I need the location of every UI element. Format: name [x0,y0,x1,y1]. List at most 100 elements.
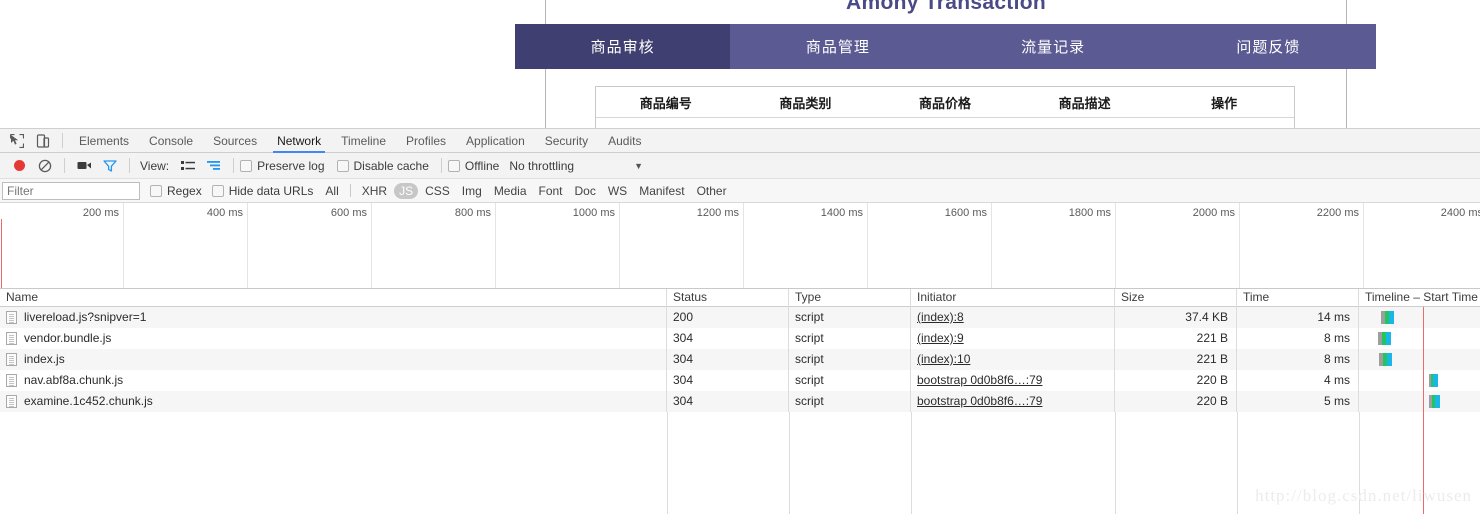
toolbar-divider [62,133,63,148]
column-header-time[interactable]: Time [1237,288,1359,307]
column-header-size[interactable]: Size [1115,288,1237,307]
request-name-cell[interactable]: vendor.bundle.js [0,328,667,349]
inspect-element-icon[interactable] [4,130,30,152]
table-row[interactable]: livereload.js?snipver=1 200 script (inde… [0,307,1480,328]
table-row[interactable]: vendor.bundle.js 304 script (index):9 22… [0,328,1480,349]
request-name: livereload.js?snipver=1 [24,310,147,324]
request-size: 37.4 KB [1115,307,1237,328]
devtools-tab-security[interactable]: Security [535,129,598,153]
throttling-select[interactable]: No throttling [509,159,574,173]
filter-type-media[interactable]: Media [489,183,532,199]
filter-type-css[interactable]: CSS [420,183,455,199]
watermark: http://blog.csdn.net/liwusen [1255,486,1472,505]
request-size: 220 B [1115,391,1237,412]
request-initiator[interactable]: (index):9 [911,328,1115,349]
product-table: 商品编号 商品类别 商品价格 商品描述 操作 [595,86,1295,128]
filter-icon[interactable] [97,155,123,177]
request-status: 304 [667,391,789,412]
ruler-cell: 1600 ms [868,203,992,288]
request-name-cell[interactable]: livereload.js?snipver=1 [0,307,667,328]
request-status: 200 [667,307,789,328]
column-header-type[interactable]: Type [789,288,911,307]
initiator-link[interactable]: bootstrap 0d0b8f6…:79 [917,394,1042,408]
offline-checkbox[interactable]: Offline [447,159,499,173]
devtools-tab-profiles[interactable]: Profiles [396,129,456,153]
waterfall-icon[interactable] [201,155,227,177]
request-status: 304 [667,349,789,370]
checkbox-box [211,184,224,197]
initiator-link[interactable]: (index):8 [917,310,964,324]
request-name-cell[interactable]: examine.1c452.chunk.js [0,391,667,412]
filter-type-ws[interactable]: WS [603,183,632,199]
nav-tab-issue-feedback[interactable]: 问题反馈 [1160,24,1376,69]
screenshot-root: Amony Transaction 商品审核 商品管理 流量记录 问题反馈 商品… [0,0,1480,520]
ruler-tick-label: 400 ms [206,207,243,219]
chevron-down-icon[interactable]: ▼ [634,161,643,171]
request-timeline-cell[interactable] [1359,391,1480,412]
ruler-cell: 2400 ms [1364,203,1480,288]
column-header-status[interactable]: Status [667,288,789,307]
network-overview-ruler[interactable]: 200 ms 400 ms 600 ms 800 ms 1000 ms 1200… [0,203,1480,289]
devtools-tab-sources[interactable]: Sources [203,129,267,153]
nav-tab-product-management[interactable]: 商品管理 [730,24,946,69]
clear-icon[interactable] [32,155,58,177]
regex-checkbox[interactable]: Regex [150,184,202,198]
request-timeline-cell[interactable] [1359,307,1480,328]
request-time: 8 ms [1237,349,1359,370]
column-header-initiator[interactable]: Initiator [911,288,1115,307]
request-initiator[interactable]: bootstrap 0d0b8f6…:79 [911,370,1115,391]
ruler-tick-label: 200 ms [82,207,119,219]
capture-screenshots-icon[interactable] [71,155,97,177]
table-row[interactable]: index.js 304 script (index):10 221 B 8 m… [0,349,1480,370]
initiator-link[interactable]: (index):10 [917,352,970,366]
filter-type-xhr[interactable]: XHR [357,183,392,199]
table-row[interactable]: examine.1c452.chunk.js 304 script bootst… [0,391,1480,412]
devtools-tab-elements[interactable]: Elements [69,129,139,153]
waterfall-bar [1381,311,1394,324]
product-table-header: 商品编号 商品类别 商品价格 商品描述 操作 [596,87,1294,118]
request-timeline-cell[interactable] [1359,349,1480,370]
filter-type-img[interactable]: Img [457,183,487,199]
devtools-tab-application[interactable]: Application [456,129,535,153]
filter-type-other[interactable]: Other [692,183,732,199]
devtools-tab-timeline[interactable]: Timeline [331,129,396,153]
hide-data-urls-checkbox[interactable]: Hide data URLs [211,183,314,198]
initiator-link[interactable]: bootstrap 0d0b8f6…:79 [917,373,1042,387]
nav-tab-traffic-record[interactable]: 流量记录 [945,24,1161,69]
request-timeline-cell[interactable] [1359,328,1480,349]
filter-type-font[interactable]: Font [534,183,568,199]
initiator-link[interactable]: (index):9 [917,331,964,345]
ruler-tick-label: 2200 ms [1316,207,1359,219]
request-timeline-cell[interactable] [1359,370,1480,391]
request-initiator[interactable]: bootstrap 0d0b8f6…:79 [911,391,1115,412]
filter-type-all[interactable]: All [320,183,343,199]
ruler-cell: 2000 ms [1116,203,1240,288]
search-input[interactable] [2,181,140,200]
column-header-timeline[interactable]: Timeline – Start Time [1359,289,1480,307]
filter-type-manifest[interactable]: Manifest [634,183,689,199]
ruler-tick-label: 2000 ms [1192,207,1235,219]
table-row[interactable]: nav.abf8a.chunk.js 304 script bootstrap … [0,370,1480,391]
preserve-log-checkbox[interactable]: Preserve log [240,159,325,173]
toggle-device-toolbar-icon[interactable] [30,130,56,152]
request-name-cell[interactable]: nav.abf8a.chunk.js [0,370,667,391]
devtools-tab-console[interactable]: Console [139,129,203,153]
devtools-tab-network[interactable]: Network [267,129,331,153]
filter-type-doc[interactable]: Doc [570,183,601,199]
request-status: 304 [667,328,789,349]
request-name-cell[interactable]: index.js [0,349,667,370]
column-header-name[interactable]: Name [0,288,667,307]
request-name: index.js [24,352,65,366]
devtools-tab-audits[interactable]: Audits [598,129,651,153]
large-rows-icon[interactable] [175,155,201,177]
regex-label: Regex [167,183,202,198]
record-icon[interactable] [6,155,32,177]
checkbox-box [240,159,253,172]
disable-cache-checkbox[interactable]: Disable cache [336,159,429,173]
request-initiator[interactable]: (index):10 [911,349,1115,370]
request-initiator[interactable]: (index):8 [911,307,1115,328]
hide-data-urls-label: Hide data URLs [228,183,314,198]
filter-type-js[interactable]: JS [394,182,419,199]
nav-tab-product-review[interactable]: 商品审核 [515,24,731,69]
ruler-cell: 400 ms [124,203,248,288]
